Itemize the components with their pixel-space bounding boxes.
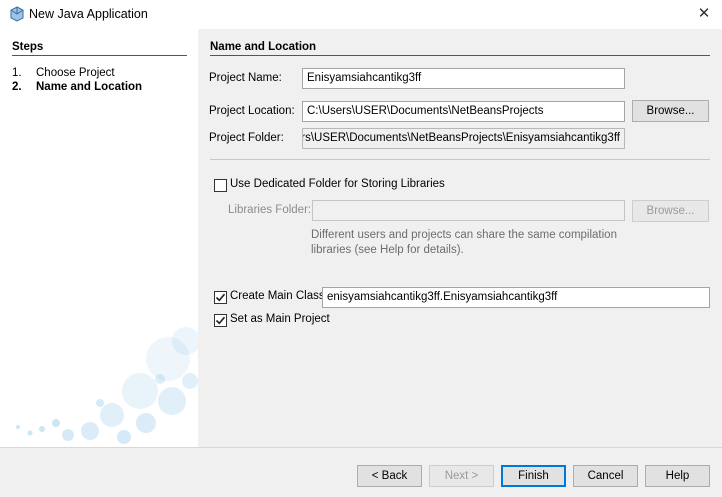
- steps-panel: Steps 1. Choose Project 2. Name and Locati…: [0, 29, 198, 447]
- create-main-class-label[interactable]: Create Main Class: [230, 290, 325, 302]
- button-bar-separator: [0, 447, 722, 448]
- steps-divider: [12, 55, 187, 56]
- project-name-label: Project Name:: [209, 72, 282, 84]
- create-main-class-checkbox[interactable]: [214, 291, 227, 304]
- window-title: New Java Application: [29, 7, 148, 21]
- project-name-field[interactable]: Enisyamsiahcantikg3ff: [302, 68, 625, 89]
- decorative-bubbles-image: [16, 327, 198, 444]
- next-button[interactable]: Next >: [429, 465, 494, 487]
- hint-line-1: Different users and projects can share t…: [311, 229, 617, 241]
- browse-location-button[interactable]: Browse...: [632, 100, 709, 122]
- dedicated-folder-label[interactable]: Use Dedicated Folder for Storing Librari…: [230, 178, 445, 190]
- back-button[interactable]: < Back: [357, 465, 422, 487]
- project-folder-value: C:\Users\USER\Documents\NetBeansProjects…: [303, 132, 620, 144]
- step-label: Choose Project: [36, 67, 115, 79]
- project-location-label: Project Location:: [209, 105, 295, 117]
- libraries-hint-text: Different users and projects can share t…: [311, 228, 641, 258]
- checkmark-icon: [215, 293, 226, 302]
- hint-line-2: libraries (see Help for details).: [311, 244, 464, 256]
- main-class-field[interactable]: enisyamsiahcantikg3ff.Enisyamsiahcantikg…: [322, 287, 710, 308]
- libraries-folder-field[interactable]: [312, 200, 625, 221]
- project-folder-label: Project Folder:: [209, 132, 284, 144]
- project-location-field[interactable]: C:\Users\USER\Documents\NetBeansProjects: [302, 101, 625, 122]
- project-folder-field[interactable]: C:\Users\USER\Documents\NetBeansProjects…: [302, 128, 625, 149]
- checkmark-icon: [215, 316, 226, 325]
- step-number: 1.: [12, 67, 22, 79]
- dedicated-folder-checkbox[interactable]: [214, 179, 227, 192]
- help-button[interactable]: Help: [645, 465, 710, 487]
- panel-title-divider: [210, 55, 710, 56]
- step-number: 2.: [12, 81, 22, 93]
- panel-title: Name and Location: [210, 41, 317, 53]
- step-label: Name and Location: [36, 81, 143, 93]
- set-main-project-label[interactable]: Set as Main Project: [230, 313, 330, 325]
- libraries-folder-label: Libraries Folder:: [228, 204, 312, 216]
- cancel-button[interactable]: Cancel: [573, 465, 638, 487]
- browse-libraries-button[interactable]: Browse...: [632, 200, 709, 222]
- step-item-name-and-location: 2. Name and Location: [12, 81, 142, 93]
- java-cup-icon: [9, 6, 25, 22]
- step-item-choose-project: 1. Choose Project: [12, 67, 115, 79]
- close-icon[interactable]: ✕: [692, 4, 716, 24]
- steps-heading: Steps: [12, 41, 44, 53]
- finish-button[interactable]: Finish: [501, 465, 566, 487]
- section-separator: [210, 159, 710, 160]
- set-main-project-checkbox[interactable]: [214, 314, 227, 327]
